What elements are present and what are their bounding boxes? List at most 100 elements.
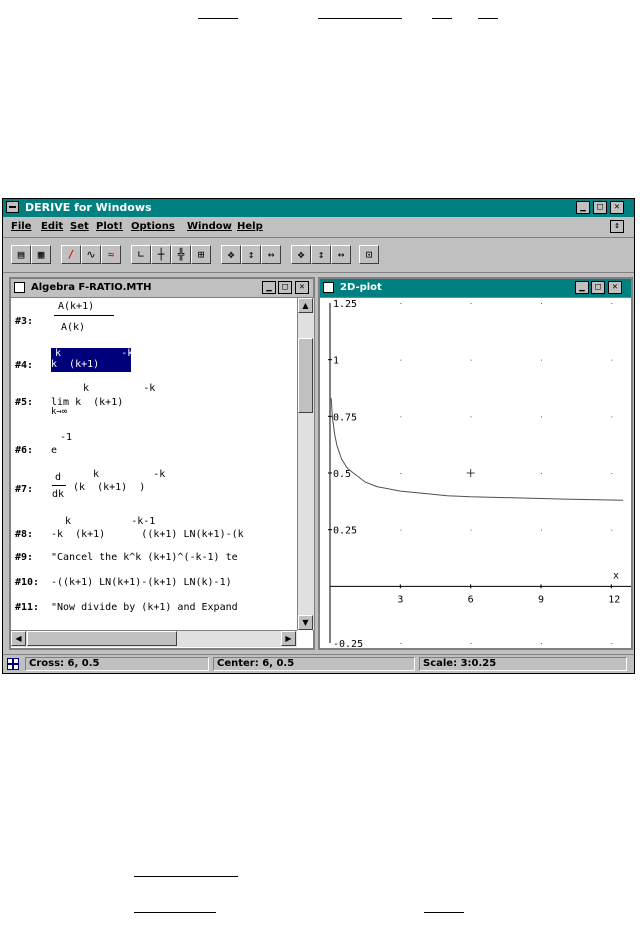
expr-label: #11: xyxy=(15,602,40,613)
zoom-move-icon[interactable]: ✥ xyxy=(291,245,311,264)
algebra-maximize-button[interactable]: □ xyxy=(278,281,292,294)
expr-denominator[interactable]: A(k) xyxy=(61,322,85,333)
center-icon[interactable]: ╬ xyxy=(171,245,191,264)
expand-icon[interactable]: ∿ xyxy=(81,245,101,264)
grid-status-icon xyxy=(7,658,19,670)
menu-options[interactable]: Options xyxy=(131,221,175,232)
grid-dot xyxy=(540,359,542,361)
algebra-window-icon[interactable] xyxy=(14,282,25,293)
expr-superscript: k -k xyxy=(93,469,166,480)
derive-main-window: DERIVE for Windows ▁ □ ✕ File Edit Set P… xyxy=(2,198,635,674)
x-tick-label: 12 xyxy=(608,594,620,605)
grid-dot xyxy=(611,416,613,418)
menu-set[interactable]: Set xyxy=(70,221,89,232)
y-tick-label: 1 xyxy=(333,356,339,367)
expr-main: k (k+1) xyxy=(51,359,100,370)
doc-rule xyxy=(424,912,464,913)
grid-dot xyxy=(400,359,402,361)
vscale-icon[interactable]: ↕ xyxy=(241,245,261,264)
maximize-button[interactable]: □ xyxy=(593,201,607,214)
expr-main[interactable]: e xyxy=(51,445,57,456)
algebra-title: Algebra F-RATIO.MTH xyxy=(31,282,152,293)
algebra-minimize-button[interactable]: ▁ xyxy=(262,281,276,294)
print-icon[interactable]: ▦ xyxy=(31,245,51,264)
minimize-button[interactable]: ▁ xyxy=(576,201,590,214)
algebra-title-bar: Algebra F-RATIO.MTH ▁ □ ✕ xyxy=(11,279,313,298)
scroll-down-icon[interactable]: ▼ xyxy=(298,615,313,630)
zoom-h-icon[interactable]: ↔ xyxy=(331,245,351,264)
x-tick-label: 6 xyxy=(468,594,474,605)
plot-minimize-button[interactable]: ▁ xyxy=(575,281,589,294)
plot-close-button[interactable]: ✕ xyxy=(608,281,622,294)
expr-main[interactable]: (k (k+1) ) xyxy=(73,482,145,493)
grid-dot xyxy=(470,529,472,531)
doc-rule xyxy=(432,18,452,19)
algebra-horizontal-scrollbar[interactable]: ◀ ▶ xyxy=(11,630,297,647)
hscale-icon[interactable]: ↔ xyxy=(261,245,281,264)
plot-window: 2D-plot ▁ □ ✕ 1.25 1 0.75 0.5 0.25 -0.25 3 6 9 12… xyxy=(318,277,633,650)
algebra-window: Algebra F-RATIO.MTH ▁ □ ✕ #3: A(k+1) A(k… xyxy=(9,277,315,650)
menu-edit[interactable]: Edit xyxy=(41,221,63,232)
grid-dot xyxy=(611,529,613,531)
grid-dot xyxy=(400,303,402,304)
grid-dot xyxy=(470,359,472,361)
menu-bar: File Edit Set Plot! Options Window Help … xyxy=(3,218,634,236)
expr-main[interactable]: "Now divide by (k+1) and Expand xyxy=(51,602,295,613)
grid-dot xyxy=(400,529,402,531)
expr-label: #5: xyxy=(15,397,34,408)
x-axis-label: x xyxy=(613,570,619,581)
expr-superscript: k -k xyxy=(55,348,134,359)
grid-dot xyxy=(540,303,542,304)
menu-help[interactable]: Help xyxy=(237,221,263,232)
open-file-icon[interactable]: ▤ xyxy=(11,245,31,264)
close-button[interactable]: ✕ xyxy=(610,201,624,214)
menu-file[interactable]: File xyxy=(11,221,31,232)
grid-icon[interactable]: ⊞ xyxy=(191,245,211,264)
simplify-icon[interactable]: ≈ xyxy=(101,245,121,264)
y-tick-label: 0.25 xyxy=(333,526,357,537)
grid-dot xyxy=(611,303,613,304)
expr-main[interactable]: -k (k+1) ((k+1) LN(k+1)-(k xyxy=(51,529,295,540)
scroll-thumb[interactable] xyxy=(298,338,313,413)
scroll-up-icon[interactable]: ▲ xyxy=(298,298,313,313)
algebra-close-button[interactable]: ✕ xyxy=(295,281,309,294)
series-line xyxy=(330,398,624,501)
axis-icon[interactable]: ∟ xyxy=(131,245,151,264)
plot-maximize-button[interactable]: □ xyxy=(591,281,605,294)
selected-expression[interactable]: k -k k (k+1) xyxy=(51,348,134,372)
grid-dot xyxy=(540,473,542,474)
expr-superscript: -1 xyxy=(60,432,73,443)
expr-label: #10: xyxy=(15,577,40,588)
menu-window[interactable]: Window xyxy=(187,221,232,232)
grid-dot xyxy=(400,643,402,644)
cross-icon[interactable]: ┼ xyxy=(151,245,171,264)
y-tick-label: 0.75 xyxy=(333,412,357,423)
algebra-vertical-scrollbar[interactable]: ▲ ▼ xyxy=(297,298,314,630)
toolbar: ▤ ▦ / ∿ ≈ ∟ ┼ ╬ ⊞ ✥ ↕ ↔ ✥ ↕ ↔ ⊡ xyxy=(3,237,634,273)
grid-dot xyxy=(540,643,542,644)
move-icon[interactable]: ✥ xyxy=(221,245,241,264)
grid-dot xyxy=(540,416,542,418)
plot-title: 2D-plot xyxy=(340,282,382,293)
y-tick-label: 1.25 xyxy=(333,299,357,310)
menu-plot[interactable]: Plot! xyxy=(96,221,123,232)
expr-numerator: d xyxy=(55,472,62,483)
expr-label: #6: xyxy=(15,445,34,456)
expr-main[interactable]: -((k+1) LN(k+1)-(k+1) LN(k)-1) xyxy=(51,577,295,588)
expr-numerator[interactable]: A(k+1) xyxy=(58,301,94,312)
expr-main[interactable]: "Cancel the k^k (k+1)^(-k-1) te xyxy=(51,552,295,563)
status-cross: Cross: 6, 0.5 xyxy=(25,657,209,671)
doc-rule xyxy=(198,18,238,19)
scroll-left-icon[interactable]: ◀ xyxy=(11,631,26,646)
plot-window-icon[interactable] xyxy=(323,282,334,293)
author-icon[interactable]: / xyxy=(61,245,81,264)
zoom-v-icon[interactable]: ↕ xyxy=(311,245,331,264)
scroll-right-icon[interactable]: ▶ xyxy=(281,631,296,646)
range-icon[interactable]: ⊡ xyxy=(359,245,379,264)
plot-area[interactable]: 1.25 1 0.75 0.5 0.25 -0.25 3 6 9 12 x xyxy=(320,298,631,648)
restore-child-button[interactable]: ⇕ xyxy=(610,220,624,233)
scroll-thumb[interactable] xyxy=(27,631,177,646)
doc-rule xyxy=(478,18,498,19)
system-menu-icon[interactable] xyxy=(6,201,19,213)
y-tick-label: 0.5 xyxy=(333,469,351,480)
